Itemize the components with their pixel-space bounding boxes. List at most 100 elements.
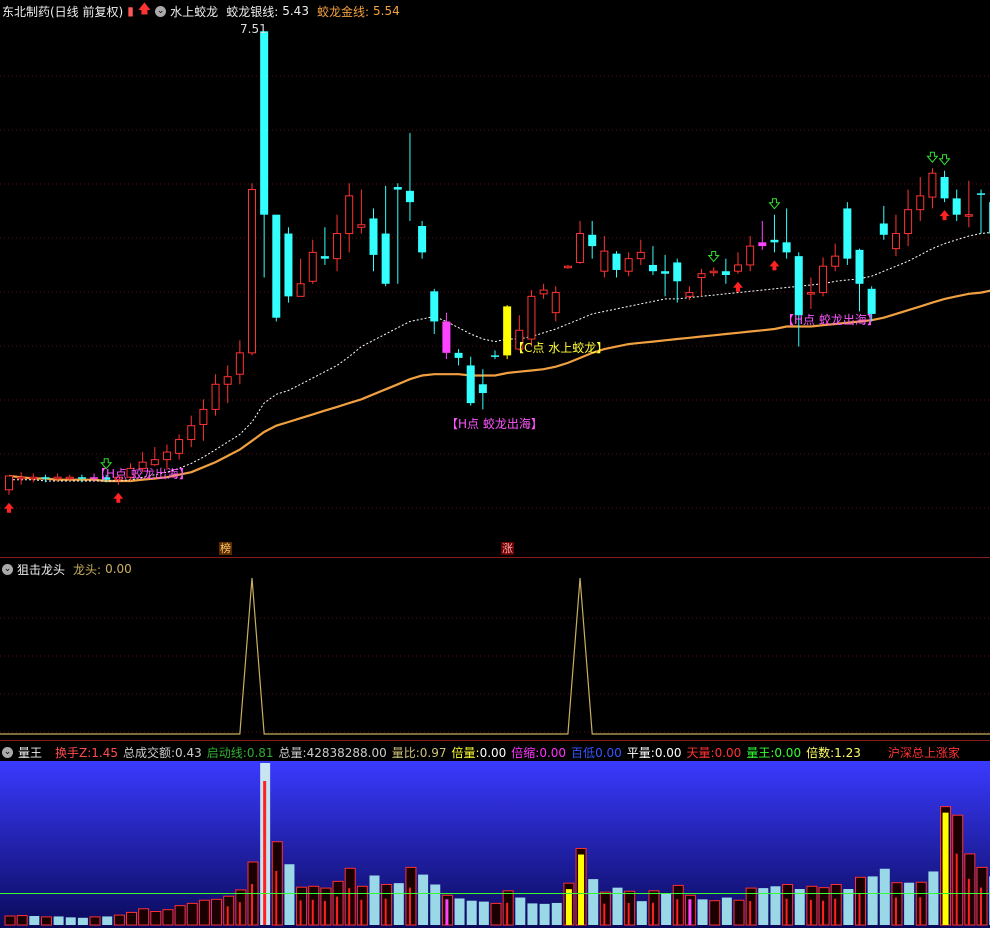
candle-body [855, 249, 864, 284]
candle-body [539, 289, 548, 295]
volume-metric-value: 0.00 [774, 745, 802, 760]
candle-body [904, 209, 913, 235]
candle-body [648, 264, 657, 272]
high-price-label: 7.51 [240, 22, 267, 36]
candle-body [503, 306, 512, 356]
volume-bar-inner [967, 878, 970, 925]
volume-bar [186, 902, 198, 926]
candle-body [442, 321, 451, 353]
lock-icon[interactable]: ▮ [127, 4, 134, 18]
sniper-line-chart[interactable] [0, 558, 990, 741]
stock-title[interactable]: 东北制药(日线 前复权) [2, 3, 123, 20]
volume-metric: 总量: 42838288.00 [279, 744, 387, 760]
candle-body [5, 475, 13, 491]
volume-metric: 倍数: 1.23 [806, 744, 861, 760]
volume-bar-inner [238, 902, 241, 925]
volume-metric-label: 倍数: [806, 745, 835, 760]
silver-line [9, 232, 990, 482]
volume-bar [126, 911, 137, 926]
volume-metric: 总成交额: 0.43 [123, 744, 202, 760]
volume-bar [539, 903, 550, 925]
candle-body [77, 477, 86, 479]
arrow-up-icon [4, 502, 14, 513]
volume-king-name[interactable]: 量王 [18, 744, 42, 760]
volume-metric-label: 倍缩: [511, 745, 540, 760]
candle-body [879, 223, 888, 235]
volume-bar [113, 914, 125, 926]
volume-bar-inner [894, 897, 897, 925]
volume-metric: 换手Z: 1.45 [55, 744, 118, 760]
candle-body [612, 253, 621, 270]
volume-bar [29, 916, 40, 925]
candle-body [588, 234, 597, 247]
chevron-down-icon[interactable]: ⌄ [2, 563, 13, 575]
candle-body [17, 476, 26, 480]
candle-body [527, 295, 536, 340]
candle-body [235, 352, 244, 375]
candle-body [891, 233, 900, 250]
candle-body [916, 195, 925, 211]
silver-line-label: 蛟龙银线: [226, 4, 279, 19]
volume-chart[interactable] [0, 741, 990, 928]
volume-bar [65, 917, 76, 925]
candle-body [685, 292, 694, 297]
candle-body [150, 459, 159, 466]
candle-body [576, 233, 585, 263]
price-chart-pane[interactable]: 东北制药(日线 前复权) ▮ 🡅 ⌄ 水上蛟龙 蛟龙银线: 5.43 蛟龙金线:… [0, 0, 990, 557]
candle-body [964, 214, 973, 217]
arrow-up-icon[interactable]: 🡅 [138, 0, 151, 22]
volume-metric-value: 0.00 [539, 745, 567, 760]
volume-bar-inner [384, 898, 387, 925]
volume-metric: 量王: 0.00 [746, 744, 801, 760]
volume-bar [904, 882, 915, 925]
candle-body [345, 195, 354, 235]
volume-bar-inner [336, 896, 339, 925]
candle-body [272, 214, 281, 318]
candle-body [624, 258, 633, 272]
candle-body [977, 193, 985, 195]
silver-line-value: 5.43 [282, 4, 309, 18]
gold-line-value: 5.54 [373, 4, 400, 18]
signal-h-label-1: 【H点 蛟龙出海】 [94, 467, 191, 481]
signal-h-label-3: 【H点 蛟龙出海】 [782, 313, 879, 327]
candle-body [551, 292, 560, 314]
volume-bar-inner [858, 893, 861, 925]
volume-header: ⌄ 量王 换手Z: 1.45 总成交额: 0.43 启动线: 0.81 总量: 428… [2, 744, 990, 760]
volume-bar [733, 899, 745, 926]
volume-pane[interactable]: ⌄ 量王 换手Z: 1.45 总成交额: 0.43 启动线: 0.81 总量: 428… [0, 740, 990, 928]
candle-body [223, 376, 232, 385]
candle-body [734, 264, 742, 272]
volume-metric-value: 0.43 [175, 745, 202, 760]
volume-bar [928, 871, 939, 925]
volume-bar [430, 884, 441, 925]
arrow-up-icon [733, 281, 743, 292]
candle-body [928, 172, 937, 198]
sniper-name[interactable]: 狙击龙头 [17, 561, 65, 578]
volume-bar [40, 916, 52, 926]
volume-metric-label: 倍量: [451, 745, 480, 760]
volume-bar-inner [749, 901, 752, 925]
volume-metric-label: 百低 [571, 745, 596, 760]
candle-body [770, 239, 779, 243]
candle-body [721, 271, 730, 275]
candle-body [333, 233, 342, 260]
indicator-name[interactable]: 水上蛟龙 [170, 3, 218, 20]
volume-bar-inner [311, 899, 314, 925]
volume-bar [551, 902, 562, 925]
sniper-pane[interactable]: ⌄ 狙击龙头 龙头: 0.00 [0, 557, 990, 741]
volume-bar [794, 889, 805, 925]
candle-body [746, 245, 755, 266]
volume-metric-value: 0.00 [714, 745, 742, 760]
volume-metric-value: 0.97 [419, 745, 447, 760]
volume-bar [77, 917, 88, 925]
volume-bar-inner [226, 906, 229, 925]
volume-bar [174, 905, 186, 926]
chevron-down-icon[interactable]: ⌄ [155, 5, 167, 17]
volume-metric-value: 1.23 [834, 745, 861, 760]
arrow-down-icon [768, 198, 781, 210]
volume-bar-inner [263, 781, 267, 925]
chevron-down-icon[interactable]: ⌄ [2, 746, 13, 758]
candle-body [952, 198, 961, 215]
candle-body [454, 352, 463, 358]
candle-body [636, 251, 645, 260]
